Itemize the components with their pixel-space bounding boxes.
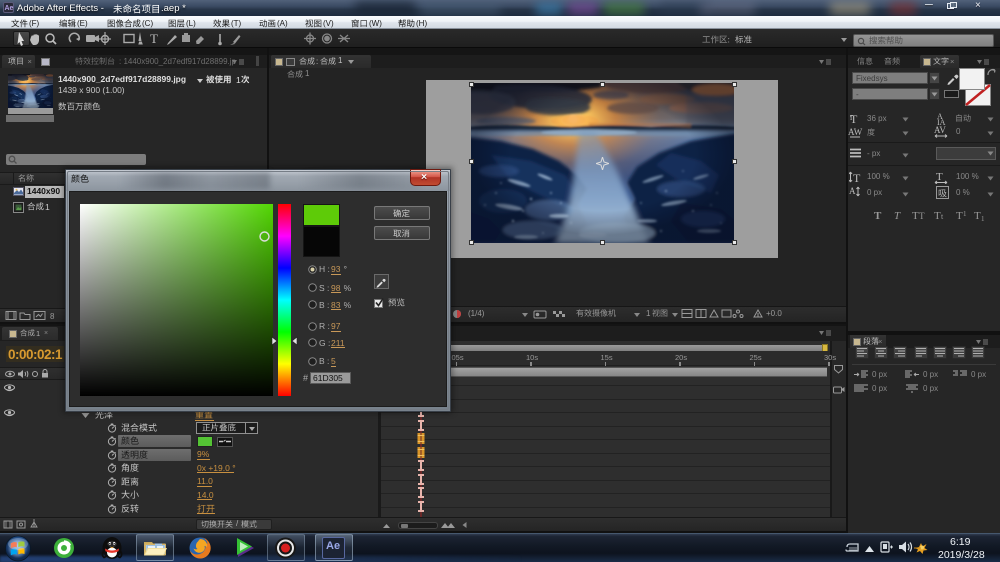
svg-text:T: T <box>974 210 981 222</box>
svg-text:T: T <box>956 210 963 222</box>
svg-text:AV: AV <box>934 125 946 135</box>
svg-text:t: t <box>941 212 944 221</box>
svg-text:1: 1 <box>981 215 985 222</box>
svg-text:A: A <box>849 186 856 196</box>
svg-text:T: T <box>853 171 861 184</box>
svg-text:T: T <box>150 31 158 46</box>
svg-text:8: 8 <box>50 312 55 321</box>
svg-text:T: T <box>934 210 941 222</box>
svg-text:T: T <box>874 210 882 222</box>
svg-text:T: T <box>919 211 925 221</box>
svg-text:AW: AW <box>848 127 863 137</box>
svg-text:T: T <box>912 210 919 222</box>
svg-text:T: T <box>894 210 901 222</box>
svg-text:1: 1 <box>963 210 967 218</box>
